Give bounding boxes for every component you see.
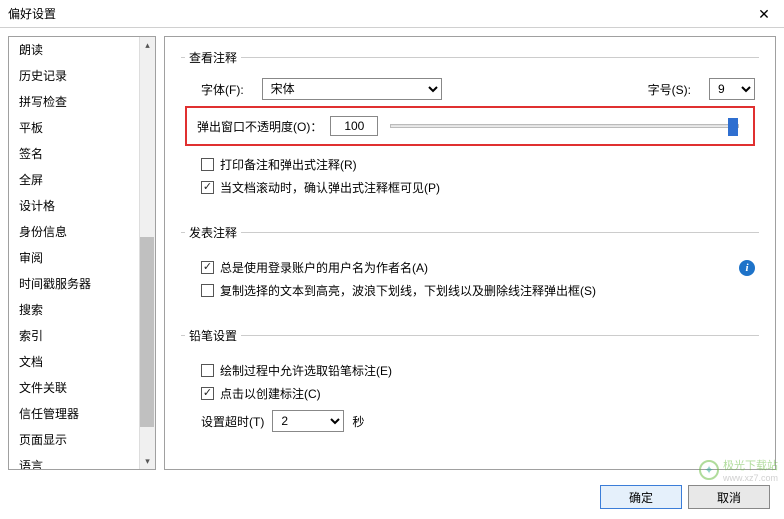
titlebar: 偏好设置 ✕: [0, 0, 784, 28]
print-popup-checkbox[interactable]: [201, 158, 214, 171]
copy-highlight-checkbox[interactable]: [201, 284, 214, 297]
use-login-checkbox[interactable]: [201, 261, 214, 274]
view-annotations-group: 查看注释 字体(F): 宋体 字号(S): 9 弹出窗口不透明度(O)：: [181, 49, 759, 218]
timeout-unit: 秒: [352, 413, 364, 430]
scroll-down-icon[interactable]: ▾: [140, 453, 155, 469]
sidebar-item-document[interactable]: 文档: [9, 349, 155, 375]
click-create-label: 点击以创建标注(C): [220, 385, 321, 402]
sidebar: 朗读 历史记录 拼写检查 平板 签名 全屏 设计格 身份信息 审阅 时间戳服务器…: [8, 36, 156, 470]
scroll-visible-checkbox-row[interactable]: 当文档滚动时，确认弹出式注释框可见(P): [201, 179, 755, 196]
view-annotations-legend: 查看注释: [185, 49, 241, 66]
scroll-thumb[interactable]: [140, 237, 154, 427]
sidebar-item-spellcheck[interactable]: 拼写检查: [9, 89, 155, 115]
slider-track[interactable]: [390, 124, 739, 128]
opacity-highlight-box: 弹出窗口不透明度(O)：: [185, 106, 755, 146]
scroll-up-icon[interactable]: ▴: [140, 37, 155, 53]
opacity-slider[interactable]: [386, 124, 743, 128]
main-area: 朗读 历史记录 拼写检查 平板 签名 全屏 设计格 身份信息 审阅 时间戳服务器…: [0, 28, 784, 478]
sidebar-scrollbar[interactable]: ▴ ▾: [139, 37, 155, 469]
sidebar-item-design-grid[interactable]: 设计格: [9, 193, 155, 219]
timeout-select[interactable]: 2: [272, 410, 344, 432]
sidebar-item-language[interactable]: 语言: [9, 453, 155, 469]
use-login-checkbox-row[interactable]: 总是使用登录账户的用户名为作者名(A) i: [201, 259, 755, 276]
info-icon[interactable]: i: [739, 260, 755, 276]
click-create-checkbox-row[interactable]: 点击以创建标注(C): [201, 385, 755, 402]
dialog-footer: 确定 取消: [600, 485, 770, 509]
content-panel: 查看注释 字体(F): 宋体 字号(S): 9 弹出窗口不透明度(O)：: [164, 36, 776, 470]
font-label: 字体(F):: [201, 81, 244, 98]
sidebar-item-index[interactable]: 索引: [9, 323, 155, 349]
cancel-button[interactable]: 取消: [688, 485, 770, 509]
allow-select-checkbox[interactable]: [201, 364, 214, 377]
sidebar-item-trust-manager[interactable]: 信任管理器: [9, 401, 155, 427]
sidebar-item-tablet[interactable]: 平板: [9, 115, 155, 141]
sidebar-list[interactable]: 朗读 历史记录 拼写检查 平板 签名 全屏 设计格 身份信息 审阅 时间戳服务器…: [9, 37, 155, 469]
sidebar-item-signature[interactable]: 签名: [9, 141, 155, 167]
sidebar-item-history[interactable]: 历史记录: [9, 63, 155, 89]
timeout-label: 设置超时(T): [201, 413, 264, 430]
copy-highlight-checkbox-row[interactable]: 复制选择的文本到高亮，波浪下划线，下划线以及删除线注释弹出框(S): [201, 282, 755, 299]
sidebar-item-file-association[interactable]: 文件关联: [9, 375, 155, 401]
close-button[interactable]: ✕: [744, 0, 784, 28]
scroll-visible-label: 当文档滚动时，确认弹出式注释框可见(P): [220, 179, 440, 196]
pencil-settings-legend: 铅笔设置: [185, 327, 241, 344]
sidebar-item-read-aloud[interactable]: 朗读: [9, 37, 155, 63]
use-login-label: 总是使用登录账户的用户名为作者名(A): [220, 259, 428, 276]
sidebar-item-review[interactable]: 审阅: [9, 245, 155, 271]
post-annotations-legend: 发表注释: [185, 224, 241, 241]
scroll-visible-checkbox[interactable]: [201, 181, 214, 194]
allow-select-label: 绘制过程中允许选取铅笔标注(E): [220, 362, 392, 379]
sidebar-item-fullscreen[interactable]: 全屏: [9, 167, 155, 193]
sidebar-item-timestamp-server[interactable]: 时间戳服务器: [9, 271, 155, 297]
opacity-input[interactable]: [330, 116, 378, 136]
sidebar-item-page-display[interactable]: 页面显示: [9, 427, 155, 453]
sidebar-item-search[interactable]: 搜索: [9, 297, 155, 323]
font-size-select[interactable]: 9: [709, 78, 755, 100]
post-annotations-group: 发表注释 总是使用登录账户的用户名为作者名(A) i 复制选择的文本到高亮，波浪…: [181, 224, 759, 321]
ok-button[interactable]: 确定: [600, 485, 682, 509]
print-popup-checkbox-row[interactable]: 打印备注和弹出式注释(R): [201, 156, 755, 173]
click-create-checkbox[interactable]: [201, 387, 214, 400]
sidebar-item-identity[interactable]: 身份信息: [9, 219, 155, 245]
font-size-label: 字号(S):: [648, 81, 691, 98]
opacity-label: 弹出窗口不透明度(O)：: [197, 118, 322, 135]
copy-highlight-label: 复制选择的文本到高亮，波浪下划线，下划线以及删除线注释弹出框(S): [220, 282, 596, 299]
print-popup-label: 打印备注和弹出式注释(R): [220, 156, 357, 173]
close-icon: ✕: [758, 6, 770, 23]
window-title: 偏好设置: [8, 5, 56, 22]
font-select[interactable]: 宋体: [262, 78, 442, 100]
allow-select-checkbox-row[interactable]: 绘制过程中允许选取铅笔标注(E): [201, 362, 755, 379]
slider-thumb[interactable]: [728, 118, 738, 136]
pencil-settings-group: 铅笔设置 绘制过程中允许选取铅笔标注(E) 点击以创建标注(C) 设置超时(T)…: [181, 327, 759, 456]
